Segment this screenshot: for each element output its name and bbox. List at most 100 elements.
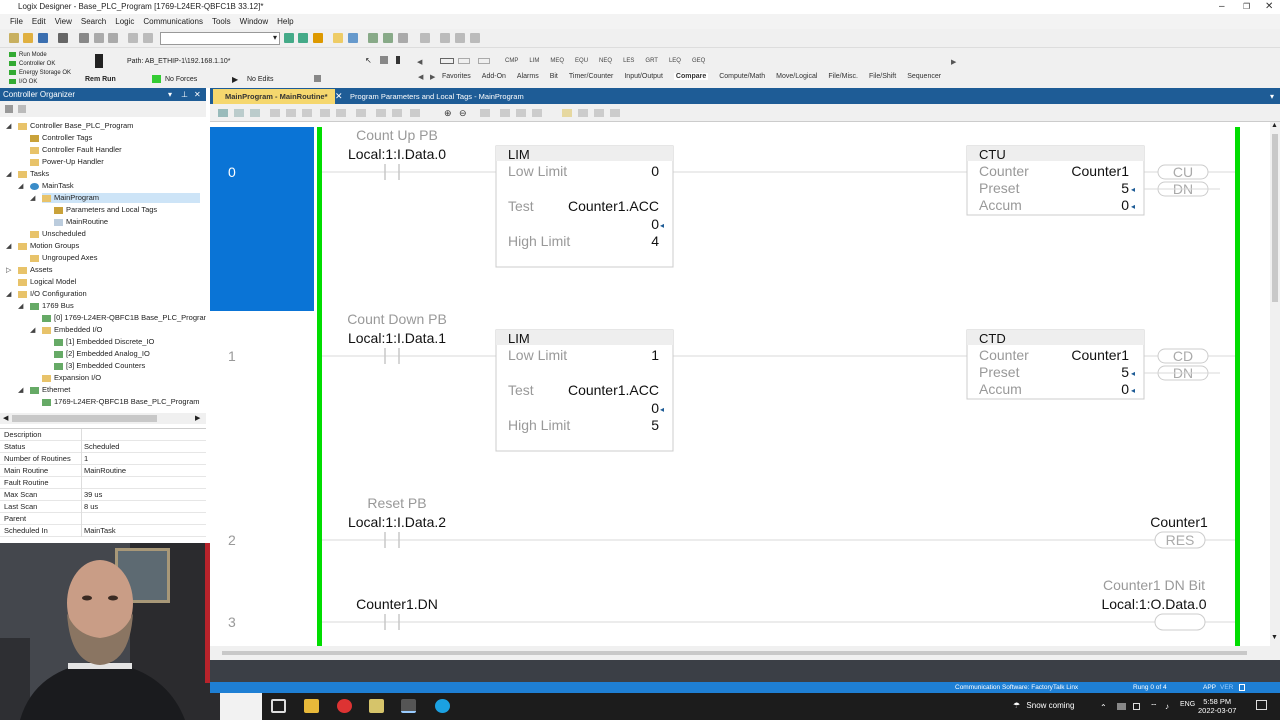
edits-label[interactable]: No Edits	[247, 76, 273, 83]
cat-right-icon[interactable]: ▶	[430, 73, 435, 81]
network-icon[interactable]	[380, 56, 388, 64]
instr-meq-button[interactable]: MEQ	[550, 58, 564, 64]
zoom-out-icon[interactable]: ⊖	[459, 108, 467, 119]
ladder-tool-icon[interactable]	[410, 109, 420, 117]
scroll-left-arrow-icon[interactable]: ◀	[3, 414, 8, 422]
lim-test-value[interactable]: Counter1.ACC	[568, 198, 659, 214]
dropdown-icon[interactable]: ▾	[168, 88, 172, 101]
tree-item[interactable]: Ungrouped Axes	[30, 253, 97, 263]
app-red-icon[interactable]	[337, 699, 352, 713]
device-icon[interactable]	[396, 56, 400, 64]
ladder-tool-icon[interactable]	[286, 109, 296, 117]
contact-tag[interactable]: Local:1:I.Data.2	[348, 514, 446, 530]
tool-b-icon[interactable]	[455, 33, 465, 43]
tool-c-icon[interactable]	[470, 33, 480, 43]
scrollbar-thumb[interactable]	[1272, 134, 1278, 302]
app-network-icon[interactable]	[369, 699, 384, 713]
tree-item[interactable]: Unscheduled	[30, 229, 86, 239]
taskbar-clock[interactable]: 5:58 PM 2022-03-07	[1198, 697, 1236, 715]
close-icon[interactable]: ✕	[1265, 0, 1273, 14]
tray-icon[interactable]	[1133, 703, 1140, 710]
paste-icon[interactable]	[108, 33, 118, 43]
lim-low-value[interactable]: 1	[651, 347, 659, 363]
edge-icon[interactable]	[435, 699, 450, 713]
pin-icon[interactable]: ⊥	[181, 88, 188, 101]
expander-icon[interactable]: ◢	[6, 122, 11, 130]
tab-close-icon[interactable]: ✕	[335, 89, 343, 104]
ladder-tool-icon[interactable]	[376, 109, 386, 117]
tree-item[interactable]: Controller Fault Handler	[30, 145, 122, 155]
menu-item-tools[interactable]: Tools	[212, 17, 231, 26]
tree-item[interactable]: Motion Groups	[18, 241, 79, 251]
ladder-tool-icon[interactable]	[320, 109, 330, 117]
menu-item-edit[interactable]: Edit	[32, 17, 46, 26]
weather-widget[interactable]: ☂ Snow coming	[1013, 700, 1074, 712]
scrollbar-thumb[interactable]	[12, 415, 157, 422]
tab-compute-math[interactable]: Compute/Math	[719, 73, 765, 80]
taskbar-search[interactable]	[220, 693, 262, 720]
menu-item-help[interactable]: Help	[277, 17, 293, 26]
menu-item-view[interactable]: View	[55, 17, 72, 26]
language-indicator[interactable]: ENG	[1180, 701, 1195, 708]
output-coil[interactable]	[1154, 613, 1206, 631]
instr-cmp-button[interactable]: CMP	[505, 58, 518, 64]
task-view-icon[interactable]	[271, 699, 286, 713]
scrollbar-thumb[interactable]	[222, 651, 1247, 655]
find-next-icon[interactable]	[298, 33, 308, 43]
lim-test-value[interactable]: Counter1.ACC	[568, 382, 659, 398]
expand-icon[interactable]	[18, 105, 26, 113]
expander-icon[interactable]: ▷	[6, 266, 11, 274]
cat-left-icon[interactable]: ◀	[418, 73, 423, 81]
output-tag[interactable]: Local:1:O.Data.0	[1101, 596, 1206, 612]
instr-grt-button[interactable]: GRT	[645, 58, 658, 64]
tree-item[interactable]: [0] 1769-L24ER-QBFC1B Base_PLC_Program	[42, 313, 206, 323]
tab-favorites[interactable]: Favorites	[442, 73, 471, 80]
ladder-editor[interactable]: 0 Count Up PB Local:1:I.Data.0 LIM Low Limit…	[210, 122, 1270, 646]
tab-file-misc-[interactable]: File/Misc.	[828, 73, 858, 80]
menu-item-communications[interactable]: Communications	[143, 17, 203, 26]
save-icon[interactable]	[38, 33, 48, 43]
branch-icon[interactable]	[458, 58, 470, 64]
instr-lim-button[interactable]: LIM	[529, 58, 539, 64]
tree-item[interactable]: Expansion I/O	[42, 373, 101, 383]
online-icon[interactable]	[368, 33, 378, 43]
ladder-tool-icon[interactable]	[578, 109, 588, 117]
mode-label[interactable]: Rem Run	[85, 76, 116, 83]
ladder-tool-icon[interactable]	[594, 109, 604, 117]
logix-designer-icon[interactable]	[401, 699, 416, 713]
tray-chevron-icon[interactable]: ⌃	[1100, 703, 1107, 712]
tree-item[interactable]: Logical Model	[18, 277, 76, 287]
tab-program-parameters[interactable]: Program Parameters and Local Tags - Main…	[350, 89, 524, 104]
instr-leq-button[interactable]: LEQ	[669, 58, 681, 64]
expander-icon[interactable]: ◢	[6, 290, 11, 298]
notifications-icon[interactable]	[1256, 700, 1267, 710]
tab-bit[interactable]: Bit	[550, 73, 558, 80]
expander-icon[interactable]: ◢	[18, 302, 23, 310]
tree-item[interactable]: Tasks	[18, 169, 49, 179]
tab-add-on[interactable]: Add-On	[482, 73, 506, 80]
scroll-right-arrow-icon[interactable]: ▶	[195, 414, 200, 422]
rung-icon[interactable]	[440, 58, 454, 64]
tab-move-logical[interactable]: Move/Logical	[776, 73, 817, 80]
scroll-left-icon[interactable]: ◀	[417, 58, 422, 66]
tab-main-routine[interactable]: MainProgram - MainRoutine*	[213, 89, 335, 104]
ladder-tool-icon[interactable]	[392, 109, 402, 117]
ladder-vscrollbar[interactable]: ▲ ▼	[1270, 122, 1280, 646]
zoom-icon[interactable]	[420, 33, 430, 43]
tray-icon[interactable]	[1117, 703, 1126, 710]
tab-alarms[interactable]: Alarms	[517, 73, 539, 80]
tree-item[interactable]: MainRoutine	[54, 217, 108, 227]
file-explorer-icon[interactable]	[304, 699, 319, 713]
tree-item[interactable]: 1769-L24ER-QBFC1B Base_PLC_Program	[42, 397, 200, 407]
print-icon[interactable]	[58, 33, 68, 43]
expander-icon[interactable]: ◢	[6, 242, 11, 250]
preset-value[interactable]: 5	[1121, 180, 1129, 196]
lim-high-value[interactable]: 5	[651, 417, 659, 433]
contact-tag[interactable]: Local:1:I.Data.1	[348, 330, 446, 346]
upload-icon[interactable]	[398, 33, 408, 43]
expander-icon[interactable]: ◢	[18, 386, 23, 394]
contact-tag[interactable]: Local:1:I.Data.0	[348, 146, 446, 162]
tree-item[interactable]: Controller Base_PLC_Program	[18, 121, 133, 131]
close-panel-icon[interactable]: ✕	[194, 88, 201, 101]
scroll-up-icon[interactable]: ▲	[1271, 122, 1278, 129]
